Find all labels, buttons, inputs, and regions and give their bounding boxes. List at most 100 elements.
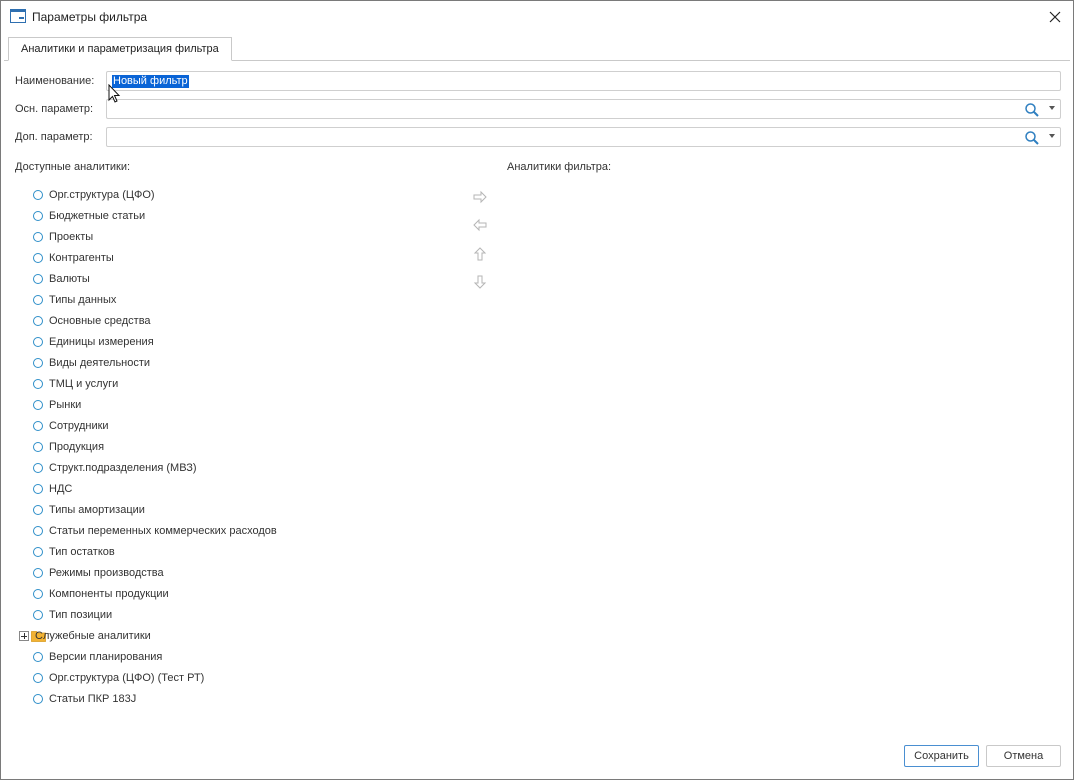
- dimension-icon: [33, 568, 43, 578]
- tree-item[interactable]: Режимы производства: [15, 563, 455, 584]
- tree-folder-item[interactable]: Служебные аналитики: [15, 626, 455, 647]
- tree-item[interactable]: Структ.подразделения (МВЗ): [15, 458, 455, 479]
- dimension-icon: [33, 589, 43, 599]
- tree-item[interactable]: НДС: [15, 479, 455, 500]
- search-icon[interactable]: [1024, 102, 1040, 118]
- tree-item[interactable]: Проекты: [15, 227, 455, 248]
- tree-item[interactable]: Валюты: [15, 269, 455, 290]
- name-field-value: Новый фильтр: [112, 75, 189, 88]
- dimension-icon: [33, 358, 43, 368]
- tree-item-label: Проекты: [49, 231, 94, 243]
- extra-param-label: Доп. параметр:: [15, 131, 93, 143]
- tree-item-label: Типы амортизации: [49, 504, 145, 516]
- arrow-up-icon: [473, 247, 487, 261]
- tree-item-label: Статьи переменных коммерческих расходов: [49, 525, 277, 537]
- tree-item-label: Статьи ПКР 183J: [49, 693, 137, 705]
- mouse-cursor-icon: [108, 84, 121, 103]
- dimension-icon: [33, 316, 43, 326]
- dimension-icon: [33, 400, 43, 410]
- expand-icon[interactable]: [19, 631, 29, 641]
- search-icon[interactable]: [1024, 130, 1040, 146]
- tree-item-label: Сотрудники: [49, 420, 109, 432]
- filter-analytics-heading: Аналитики фильтра:: [507, 161, 612, 173]
- tree-item-label: Бюджетные статьи: [49, 210, 146, 222]
- available-analytics-heading: Доступные аналитики:: [15, 161, 131, 173]
- name-label: Наименование:: [15, 75, 95, 87]
- tab-bar: Аналитики и параметризация фильтра: [4, 37, 1070, 61]
- tree-item-label: Валюты: [49, 273, 90, 285]
- tree-item[interactable]: Орг.структура (ЦФО) (Тест РТ): [15, 668, 455, 689]
- tree-item-label: Служебные аналитики: [35, 630, 151, 642]
- tree-item-label: Тип позиции: [49, 609, 113, 621]
- tree-item[interactable]: Виды деятельности: [15, 353, 455, 374]
- chevron-down-icon[interactable]: [1049, 134, 1055, 138]
- tree-item-label: ТМЦ и услуги: [49, 378, 119, 390]
- tree-item-label: Версии планирования: [49, 651, 163, 663]
- tree-item-label: НДС: [49, 483, 73, 495]
- tree-item-label: Рынки: [49, 399, 82, 411]
- tree-item[interactable]: Орг.структура (ЦФО): [15, 185, 455, 206]
- close-button[interactable]: [1043, 5, 1067, 29]
- dimension-icon: [33, 211, 43, 221]
- move-down-button[interactable]: [471, 273, 489, 291]
- tree-item-label: Контрагенты: [49, 252, 114, 264]
- name-field[interactable]: Новый фильтр: [106, 71, 1061, 91]
- tree-item[interactable]: Статьи переменных коммерческих расходов: [15, 521, 455, 542]
- move-left-button[interactable]: [471, 216, 489, 234]
- dimension-icon: [33, 610, 43, 620]
- dimension-icon: [33, 505, 43, 515]
- tree-item-label: Типы данных: [49, 294, 117, 306]
- tree-item[interactable]: Бюджетные статьи: [15, 206, 455, 227]
- tree-item[interactable]: Единицы измерения: [15, 332, 455, 353]
- dimension-icon: [33, 232, 43, 242]
- arrow-right-icon: [473, 190, 487, 204]
- tree-item-label: Структ.подразделения (МВЗ): [49, 462, 197, 474]
- chevron-down-icon[interactable]: [1049, 106, 1055, 110]
- dimension-icon: [33, 421, 43, 431]
- dimension-icon: [33, 673, 43, 683]
- tree-item-label: Тип остатков: [49, 546, 115, 558]
- tree-item[interactable]: ТМЦ и услуги: [15, 374, 455, 395]
- tree-item-label: Виды деятельности: [49, 357, 151, 369]
- dimension-icon: [33, 295, 43, 305]
- tree-item-label: Режимы производства: [49, 567, 164, 579]
- dimension-icon: [33, 484, 43, 494]
- dimension-icon: [33, 526, 43, 536]
- tree-item[interactable]: Продукция: [15, 437, 455, 458]
- window-title: Параметры фильтра: [32, 10, 148, 24]
- cancel-button[interactable]: Отмена: [986, 745, 1061, 767]
- tree-item[interactable]: Статьи ПКР 183J: [15, 689, 455, 710]
- dimension-icon: [33, 274, 43, 284]
- extra-param-field[interactable]: [106, 127, 1061, 147]
- tree-item[interactable]: Контрагенты: [15, 248, 455, 269]
- arrow-down-icon: [473, 275, 487, 289]
- tree-item-label: Продукция: [49, 441, 105, 453]
- tree-item-label: Единицы измерения: [49, 336, 154, 348]
- tree-item[interactable]: Рынки: [15, 395, 455, 416]
- dimension-icon: [33, 652, 43, 662]
- dimension-icon: [33, 463, 43, 473]
- tree-item[interactable]: Тип позиции: [15, 605, 455, 626]
- tree-item[interactable]: Тип остатков: [15, 542, 455, 563]
- tree-item[interactable]: Версии планирования: [15, 647, 455, 668]
- main-param-field[interactable]: [106, 99, 1061, 119]
- tree-item[interactable]: Типы амортизации: [15, 500, 455, 521]
- tree-item[interactable]: Сотрудники: [15, 416, 455, 437]
- filter-params-dialog: Параметры фильтра Аналитики и параметриз…: [0, 0, 1074, 780]
- tree-item[interactable]: Типы данных: [15, 290, 455, 311]
- move-up-button[interactable]: [471, 245, 489, 263]
- dimension-icon: [33, 547, 43, 557]
- tree-item[interactable]: Компоненты продукции: [15, 584, 455, 605]
- save-button[interactable]: Сохранить: [904, 745, 979, 767]
- move-right-button[interactable]: [471, 188, 489, 206]
- tree-item-label: Компоненты продукции: [49, 588, 169, 600]
- tree-item-label: Основные средства: [49, 315, 151, 327]
- dimension-icon: [33, 337, 43, 347]
- window-icon: [10, 9, 26, 23]
- tab-analytics[interactable]: Аналитики и параметризация фильтра: [8, 37, 232, 61]
- tree-item[interactable]: Основные средства: [15, 311, 455, 332]
- main-param-label: Осн. параметр:: [15, 103, 94, 115]
- tree-item-label: Орг.структура (ЦФО) (Тест РТ): [49, 672, 205, 684]
- dimension-icon: [33, 694, 43, 704]
- tree-item-label: Орг.структура (ЦФО): [49, 189, 155, 201]
